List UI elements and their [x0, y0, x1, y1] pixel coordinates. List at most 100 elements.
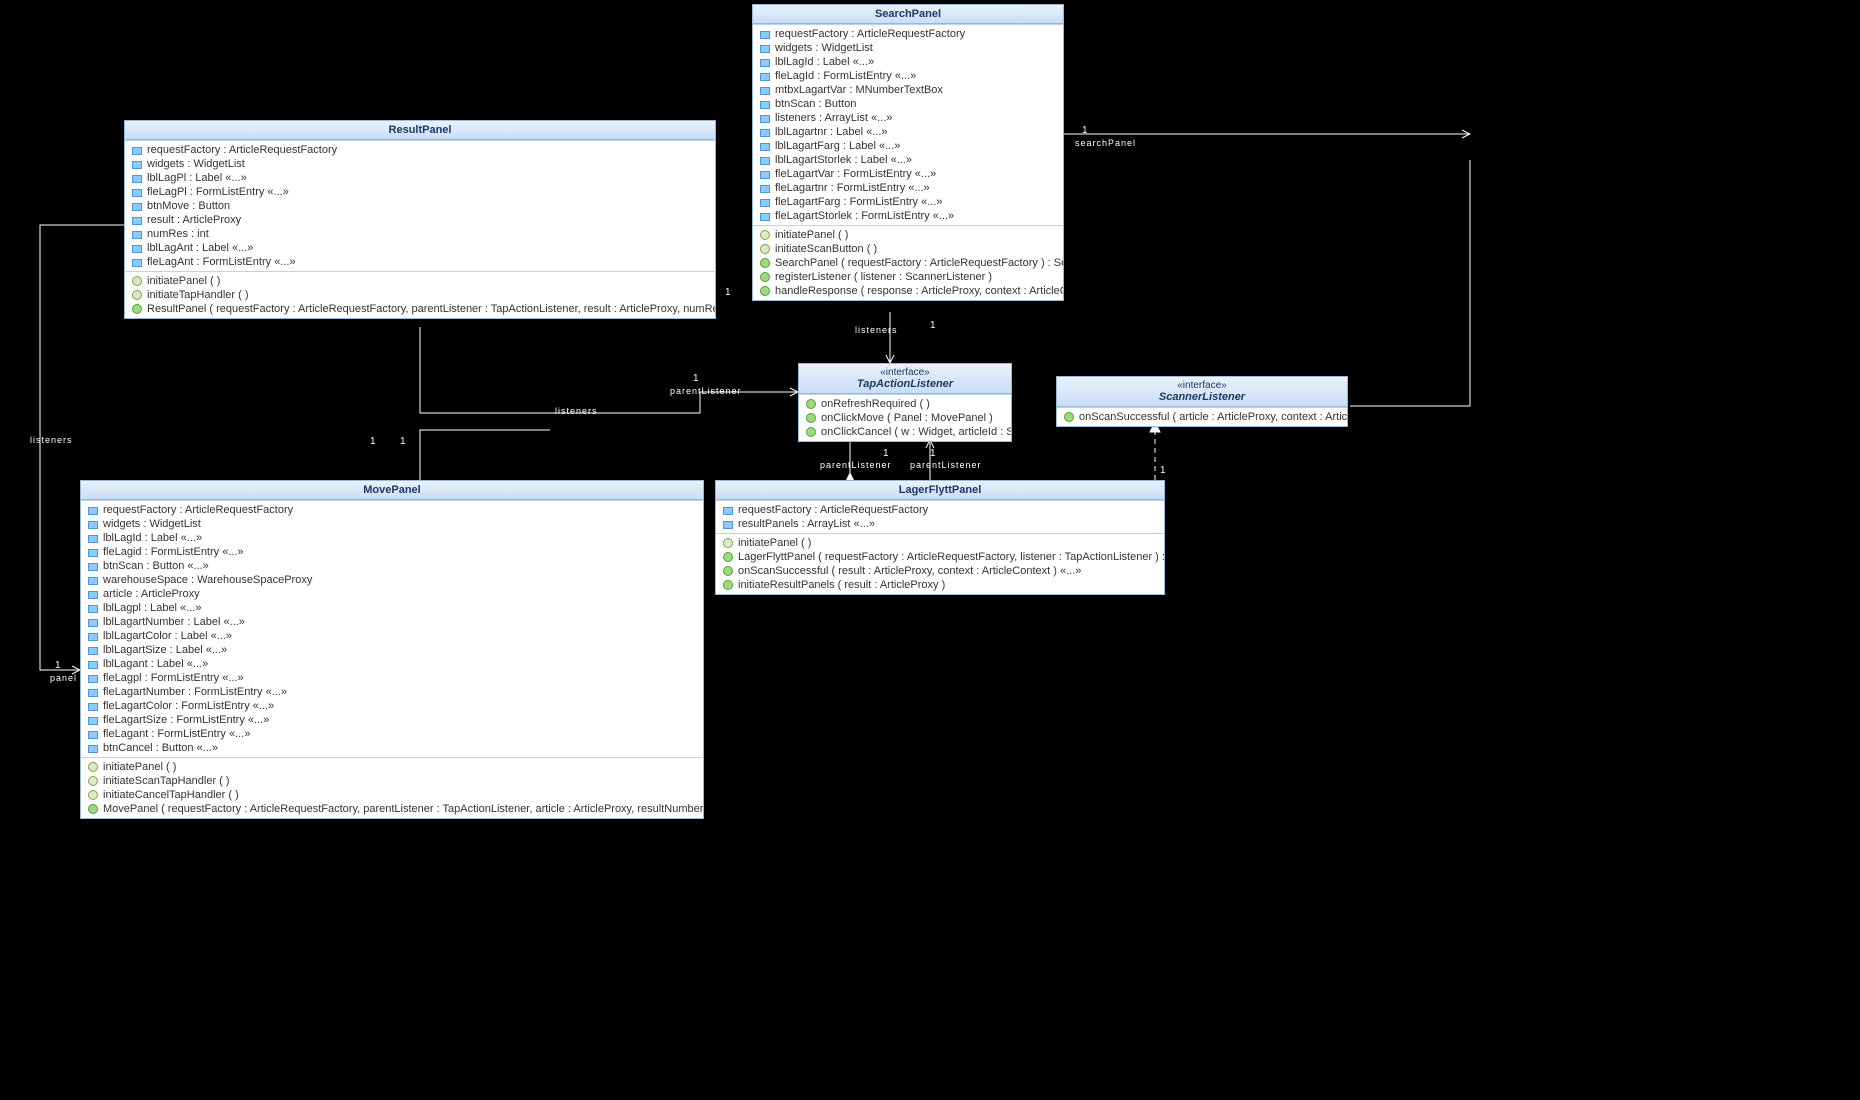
field-row: lblLagant : Label «...» — [81, 657, 703, 671]
field-icon — [87, 575, 99, 585]
edge-multiplicity: 1 — [693, 373, 699, 384]
edge-multiplicity: 1 — [1160, 465, 1166, 476]
edge-multiplicity: 1 — [400, 436, 406, 447]
methods-compartment: initiatePanel ( ) LagerFlyttPanel ( requ… — [716, 533, 1164, 594]
method-text: initiateScanTapHandler ( ) — [103, 775, 230, 787]
field-row: widgets : WidgetList — [81, 517, 703, 531]
method-row: initiateResultPanels ( result : ArticleP… — [716, 578, 1164, 592]
field-icon — [87, 659, 99, 669]
method-icon — [805, 413, 817, 423]
field-text: lblLagId : Label «...» — [775, 56, 874, 68]
field-row: fleLagAnt : FormListEntry «...» — [125, 255, 715, 269]
stereotype: «interface» — [1065, 380, 1339, 391]
edge-multiplicity: 1 — [930, 320, 936, 331]
field-text: lblLagartFarg : Label «...» — [775, 140, 900, 152]
class-name: TapActionListener — [857, 378, 953, 390]
field-icon — [87, 729, 99, 739]
field-text: lblLagAnt : Label «...» — [147, 242, 253, 254]
edge-multiplicity: 1 — [883, 448, 889, 459]
field-text: requestFactory : ArticleRequestFactory — [103, 504, 293, 516]
class-LagerFlyttPanel[interactable]: LagerFlyttPanel requestFactory : Article… — [715, 480, 1165, 595]
class-name: ScannerListener — [1159, 391, 1245, 403]
method-row: initiateCancelTapHandler ( ) — [81, 788, 703, 802]
field-text: fleLagartFarg : FormListEntry «...» — [775, 196, 943, 208]
method-icon — [87, 776, 99, 786]
method-text: onClickMove ( Panel : MovePanel ) — [821, 412, 993, 424]
field-icon — [131, 145, 143, 155]
interface-ScannerListener[interactable]: «interface» ScannerListener onScanSucces… — [1056, 376, 1348, 427]
class-header: «interface» TapActionListener — [799, 364, 1011, 394]
class-header: LagerFlyttPanel — [716, 481, 1164, 500]
method-row: initiatePanel ( ) — [753, 228, 1063, 242]
class-ResultPanel[interactable]: ResultPanel requestFactory : ArticleRequ… — [124, 120, 716, 319]
field-row: widgets : WidgetList — [125, 157, 715, 171]
field-icon — [131, 173, 143, 183]
field-text: numRes : int — [147, 228, 209, 240]
field-text: lblLagartnr : Label «...» — [775, 126, 888, 138]
field-icon — [759, 155, 771, 165]
method-icon — [722, 580, 734, 590]
field-icon — [131, 159, 143, 169]
field-row: requestFactory : ArticleRequestFactory — [716, 503, 1164, 517]
field-text: lblLagartColor : Label «...» — [103, 630, 232, 642]
field-row: lblLagartSize : Label «...» — [81, 643, 703, 657]
method-icon — [759, 272, 771, 282]
method-text: MovePanel ( requestFactory : ArticleRequ… — [103, 803, 703, 815]
field-icon — [722, 519, 734, 529]
field-row: lblLagId : Label «...» — [753, 55, 1063, 69]
field-row: fleLagartSize : FormListEntry «...» — [81, 713, 703, 727]
class-SearchPanel[interactable]: SearchPanel requestFactory : ArticleRequ… — [752, 4, 1064, 301]
stereotype: «interface» — [807, 367, 1003, 378]
field-row: warehouseSpace : WarehouseSpaceProxy — [81, 573, 703, 587]
field-row: mtbxLagartVar : MNumberTextBox — [753, 83, 1063, 97]
field-icon — [87, 519, 99, 529]
field-row: btnCancel : Button «...» — [81, 741, 703, 755]
method-icon — [759, 286, 771, 296]
field-text: result : ArticleProxy — [147, 214, 241, 226]
field-text: fleLagartSize : FormListEntry «...» — [103, 714, 269, 726]
class-name: MovePanel — [363, 484, 420, 496]
class-MovePanel[interactable]: MovePanel requestFactory : ArticleReques… — [80, 480, 704, 819]
field-text: fleLagid : FormListEntry «...» — [103, 546, 244, 558]
field-row: lblLagPl : Label «...» — [125, 171, 715, 185]
interface-TapActionListener[interactable]: «interface» TapActionListener onRefreshR… — [798, 363, 1012, 442]
field-text: lblLagpl : Label «...» — [103, 602, 201, 614]
field-icon — [759, 29, 771, 39]
field-text: resultPanels : ArrayList «...» — [738, 518, 875, 530]
field-row: fleLagartColor : FormListEntry «...» — [81, 699, 703, 713]
field-icon — [131, 215, 143, 225]
field-row: fleLagartFarg : FormListEntry «...» — [753, 195, 1063, 209]
field-row: fleLagId : FormListEntry «...» — [753, 69, 1063, 83]
method-text: initiatePanel ( ) — [775, 229, 848, 241]
method-icon — [805, 427, 817, 437]
method-row: onClickMove ( Panel : MovePanel ) — [799, 411, 1011, 425]
field-icon — [131, 187, 143, 197]
field-icon — [87, 715, 99, 725]
field-text: lblLagId : Label «...» — [103, 532, 202, 544]
edge-role: parentListener — [670, 386, 742, 397]
constructor-icon — [722, 552, 734, 562]
field-icon — [759, 43, 771, 53]
field-row: resultPanels : ArrayList «...» — [716, 517, 1164, 531]
constructor-icon — [131, 304, 143, 314]
method-icon — [131, 290, 143, 300]
method-text: onClickCancel ( w : Widget, articleId : … — [821, 426, 1011, 438]
methods-compartment: onRefreshRequired ( ) onClickMove ( Pane… — [799, 394, 1011, 441]
field-icon — [759, 197, 771, 207]
method-row: LagerFlyttPanel ( requestFactory : Artic… — [716, 550, 1164, 564]
edge-role: listeners — [30, 435, 73, 446]
edge-role: searchPanel — [1075, 138, 1136, 149]
field-text: btnCancel : Button «...» — [103, 742, 218, 754]
field-text: lblLagant : Label «...» — [103, 658, 208, 670]
field-row: requestFactory : ArticleRequestFactory — [125, 143, 715, 157]
field-icon — [87, 673, 99, 683]
field-row: btnMove : Button — [125, 199, 715, 213]
class-header: «interface» ScannerListener — [1057, 377, 1347, 407]
field-text: fleLagartStorlek : FormListEntry «...» — [775, 210, 954, 222]
method-icon — [722, 538, 734, 548]
edge-role: parentListener — [820, 460, 892, 471]
field-icon — [87, 547, 99, 557]
methods-compartment: initiatePanel ( ) initiateTapHandler ( )… — [125, 271, 715, 318]
field-text: btnScan : Button «...» — [103, 560, 209, 572]
field-text: fleLagant : FormListEntry «...» — [103, 728, 250, 740]
